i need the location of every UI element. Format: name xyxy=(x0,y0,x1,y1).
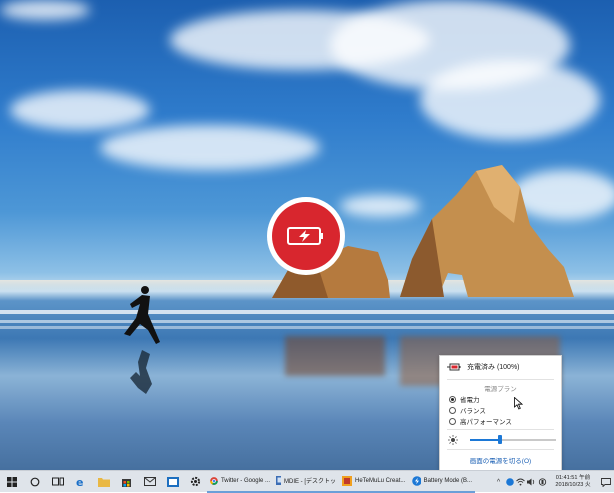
tray-wifi[interactable] xyxy=(515,471,526,493)
chevron-up-icon: ^ xyxy=(496,478,501,486)
radio-button[interactable] xyxy=(449,406,456,414)
battery-charging-icon xyxy=(287,227,323,245)
mail-button[interactable] xyxy=(138,471,161,493)
wifi-icon xyxy=(516,478,525,486)
taskbar-app-label: Twitter - Google ... xyxy=(220,477,270,484)
plan-high-performance[interactable]: 高パフォーマンス xyxy=(449,416,512,426)
taskbar-app-label: HeTeMuLu Creat... xyxy=(355,477,406,484)
sea-rock-arch xyxy=(400,165,574,297)
store-bag-icon xyxy=(122,479,131,487)
edge-button[interactable]: e xyxy=(69,471,92,493)
brightness-control xyxy=(448,435,556,445)
taskbar-app-hetemulu[interactable]: HeTeMuLu Creat... xyxy=(339,471,409,493)
turn-off-display-link[interactable]: 画面の電源を切る(O) xyxy=(440,455,561,465)
battery-plug-icon xyxy=(447,363,461,370)
tray-battery[interactable] xyxy=(537,471,548,493)
plan-power-saver[interactable]: 省電力 xyxy=(449,394,480,404)
plan-label: バランス xyxy=(460,408,486,415)
tray-volume[interactable] xyxy=(526,471,537,493)
outlook-icon xyxy=(166,476,179,487)
cortana-circle-icon xyxy=(30,477,39,486)
battery-mode-tray-icon xyxy=(505,478,514,486)
task-view-button[interactable] xyxy=(46,471,69,493)
taskbar-app-chrome[interactable]: Twitter - Google ... xyxy=(207,471,273,493)
brightness-slider-fill xyxy=(470,439,501,441)
start-button[interactable] xyxy=(0,471,23,493)
settings-button[interactable] xyxy=(184,471,207,493)
taskbar-app-battery-mode[interactable]: Battery Mode (B... xyxy=(409,471,475,493)
edge-icon: e xyxy=(76,476,83,487)
windows-logo-icon xyxy=(6,476,17,487)
tray-battery-mode[interactable] xyxy=(504,471,515,493)
battery-status-text: 充電済み (100%) xyxy=(467,364,520,371)
plan-label: 省電力 xyxy=(460,397,480,404)
battery-flyout: 充電済み (100%) 電源プラン 省電力 バランス 高パフォーマンス 画面の電… xyxy=(439,355,562,471)
mdie-icon xyxy=(276,476,281,485)
taskbar-app-label: MDIE - [デスクトッ xyxy=(284,479,336,485)
action-center-button[interactable] xyxy=(598,471,614,493)
svg-text:e: e xyxy=(76,476,83,487)
radio-button[interactable] xyxy=(449,417,456,425)
taskbar-app-mdie[interactable]: MDIE - [デスクトッ xyxy=(273,471,339,493)
show-hidden-icons-button[interactable]: ^ xyxy=(493,471,504,493)
store-button[interactable] xyxy=(115,471,138,493)
hetemulu-icon xyxy=(342,475,352,486)
battery-mode-icon xyxy=(412,475,421,486)
taskbar: e Twitter - Google ... MDIE - [デスクトッ HeT… xyxy=(0,470,614,493)
battery-status: 充電済み (100%) xyxy=(447,362,520,372)
divider xyxy=(447,429,554,430)
plan-balanced[interactable]: バランス xyxy=(449,405,486,415)
taskbar-app-label: Battery Mode (B... xyxy=(423,477,472,484)
divider xyxy=(447,449,554,450)
battery-icon xyxy=(538,478,547,486)
charging-badge xyxy=(267,197,345,275)
speaker-icon xyxy=(527,478,535,486)
plan-label: 高パフォーマンス xyxy=(460,419,512,426)
brightness-slider-thumb[interactable] xyxy=(498,435,503,444)
notification-icon xyxy=(601,477,611,487)
divider xyxy=(447,379,554,380)
power-plan-title: 電源プラン xyxy=(484,386,517,393)
runner-silhouette xyxy=(124,286,160,394)
system-tray: ^ 01:41:51 午前 2018/10/23 火 xyxy=(493,471,614,493)
cortana-button[interactable] xyxy=(23,471,46,493)
chrome-icon xyxy=(210,476,218,485)
gear-icon xyxy=(190,476,201,487)
file-explorer-button[interactable] xyxy=(92,471,115,493)
mail-envelope-icon xyxy=(143,477,156,486)
radio-button[interactable] xyxy=(449,395,456,403)
clock-time: 01:41:51 午前 xyxy=(555,475,591,481)
mouse-cursor-icon xyxy=(514,397,523,410)
taskbar-clock[interactable]: 01:41:51 午前 2018/10/23 火 xyxy=(548,475,598,489)
brightness-sun-icon xyxy=(448,435,458,445)
clock-date: 2018/10/23 火 xyxy=(555,482,591,488)
outlook-button[interactable] xyxy=(161,471,184,493)
folder-icon xyxy=(97,477,110,487)
task-view-icon xyxy=(51,477,64,486)
